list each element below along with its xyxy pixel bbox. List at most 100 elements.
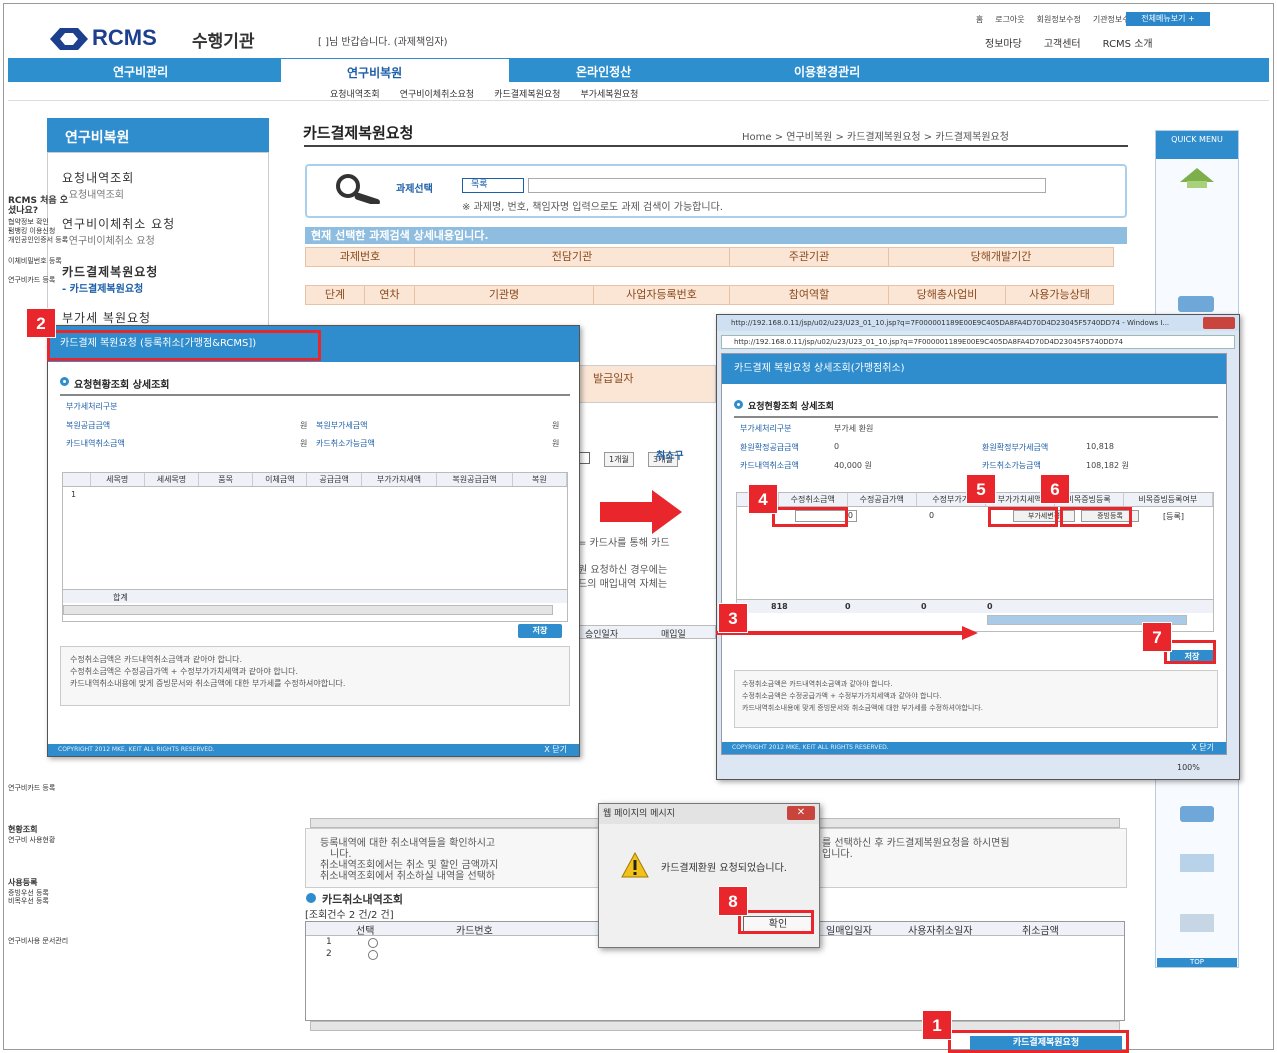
pr-close-button[interactable]: X 닫기 (1191, 742, 1214, 754)
left-menu-item-vat[interactable]: 부가세 복원요청 (62, 309, 151, 326)
top-button[interactable]: TOP (1157, 958, 1237, 967)
head-biz-no: 사업자등록번호 (593, 285, 730, 305)
bullet-icon (306, 893, 316, 903)
pr-address-bar[interactable]: http://192.168.0.11/jsp/u02/u23/U23_01_1… (721, 335, 1235, 349)
pl-save-button[interactable]: 저장 (518, 624, 562, 638)
pr-total-2: 0 (845, 602, 851, 611)
warning-icon (621, 852, 649, 878)
cancel-row-1-radio[interactable] (368, 938, 378, 948)
pl-row-no: 1 (71, 490, 77, 499)
pl-col-restore: 복원 (513, 473, 567, 486)
pr-total-3: 0 (921, 602, 927, 611)
sub-link-about[interactable]: RCMS 소개 (1103, 35, 1153, 50)
lnb-item-requests[interactable]: 요청내역조회 (330, 87, 380, 100)
pl-value-cancelable: 원 (552, 439, 560, 448)
pl-col-supply: 공급금액 (307, 473, 362, 486)
pl-value-vat: 원 (552, 421, 560, 430)
dialog-close-icon[interactable]: ✕ (787, 806, 815, 820)
local-nav: 요청내역조회 연구비이체취소요청 카드결제복원요청 부가세복원요청 (330, 87, 638, 100)
left-menu-item-transfer[interactable]: 연구비이체취소 요청 (62, 215, 175, 232)
cancel-row-2-radio[interactable] (368, 950, 378, 960)
top-link-member-edit[interactable]: 회원정보수정 (1037, 14, 1081, 25)
quick-card-2[interactable]: 연구비카드 등록 (8, 784, 76, 793)
quick-firmbanking[interactable]: 펌뱅킹 이용신청 (8, 227, 76, 236)
pl-value-supply: 원 (300, 421, 308, 430)
pr-url: http://192.168.0.11/jsp/u02/u23/U23_01_1… (734, 338, 1123, 346)
quick-docs[interactable]: 연구비사용 문서관리 (8, 937, 76, 946)
pr-copyright: COPYRIGHT 2012 MKE, KEIT ALL RIGHTS RESE… (732, 744, 889, 751)
quick-usage[interactable]: 연구비 사용현황 (8, 836, 76, 845)
sub-link-support[interactable]: 고객센터 (1044, 35, 1081, 50)
document-icon[interactable] (1180, 914, 1214, 932)
quick-cert[interactable]: 개인공인인증서 등록 (8, 236, 76, 245)
cancel-col-purchase: 일매입일자 (826, 926, 872, 937)
quick-transfer-pw[interactable]: 이체비밀번호 등록 (8, 257, 76, 266)
logo-subtitle: 수행기관 (192, 32, 255, 52)
pl-label-card-cancel: 카드내역취소금액 (66, 439, 125, 448)
head-stage: 단계 (305, 285, 365, 305)
cancel-list-count: [조회건수 2 건/2 건] (305, 910, 394, 921)
pl-total-row: 합계 (63, 589, 567, 603)
pr-total-1: 818 (771, 602, 788, 611)
note-line-4: 취소내역조회에서 취소하실 내역을 선택하 (320, 871, 496, 882)
pr-close-window-icon[interactable] (1203, 317, 1235, 329)
pl-close-button[interactable]: X 닫기 (544, 744, 567, 756)
sub-link-info[interactable]: 정보마당 (985, 35, 1022, 50)
approve-head: 승인일자 매입일 (576, 625, 716, 640)
pl-col-vat: 부가가치세액 (362, 473, 438, 486)
head-task-no: 과제번호 (305, 247, 415, 267)
pl-col-product: 품목 (199, 473, 254, 486)
quick-item[interactable]: 비목우선 등록 (8, 897, 76, 906)
left-menu-title: 연구비복원 (47, 118, 269, 152)
home-icon[interactable] (1178, 166, 1216, 190)
search-input[interactable] (528, 178, 1046, 193)
search-select[interactable]: 목록 (462, 178, 524, 193)
pl-label-supply: 복원공급금액 (66, 421, 111, 430)
all-menu-button[interactable]: 전체메뉴보기 + (1126, 12, 1210, 26)
approve-date-label: 승인일자 (585, 630, 619, 640)
gnb-item-restore[interactable]: 연구비복원 (347, 64, 402, 81)
pr-col-supply: 수정공급가액 (848, 493, 917, 506)
top-link-logout[interactable]: 로그아웃 (995, 14, 1024, 25)
lnb-item-vat-restore[interactable]: 부가세복원요청 (580, 87, 638, 100)
period-1m-button[interactable]: 1개월 (604, 452, 634, 467)
pl-col-item: 세목명 (91, 473, 145, 486)
pr-label-supply: 환원확정공급금액 (740, 443, 799, 452)
pr-value-supply: 0 (834, 442, 840, 451)
quick-status[interactable]: 현황조회 (8, 825, 76, 834)
pl-scrollbar-h[interactable] (63, 605, 553, 615)
lnb-item-transfer-cancel[interactable]: 연구비이체취소요청 (400, 87, 475, 100)
head-org-name: 기관명 (414, 285, 594, 305)
pr-evidence-status: [등록] (1163, 512, 1184, 521)
quick-agreement[interactable]: 협약정보 확인 (8, 218, 76, 227)
pl-col-no (63, 473, 91, 486)
status-icon[interactable] (1180, 806, 1214, 822)
card-text-3: 드의 매입내역 자체는 (578, 579, 668, 590)
pr-zoom[interactable]: 100% (1177, 763, 1200, 772)
highlight-box-6 (1060, 507, 1132, 527)
quick-card-1[interactable]: 연구비카드 등록 (8, 276, 76, 285)
gnb-item-research-fund[interactable]: 연구비관리 (113, 63, 168, 80)
head-year: 연차 (364, 285, 415, 305)
quick-register[interactable]: 사용등록 (8, 878, 76, 887)
register-icon[interactable] (1180, 854, 1214, 872)
pl-copyright: COPYRIGHT 2012 MKE, KEIT ALL RIGHTS RESE… (58, 746, 215, 753)
step-badge-1: 1 (922, 1010, 952, 1040)
sub-links: 정보마당 고객센터 RCMS 소개 (985, 35, 1153, 50)
quick-first-visit[interactable]: RCMS 처음 오셨나요? (8, 196, 76, 216)
gnb-item-online-settle[interactable]: 온라인정산 (576, 63, 631, 80)
logo-text[interactable]: RCMS (92, 25, 157, 51)
lnb-item-card-restore[interactable]: 카드결제복원요청 (494, 87, 560, 100)
quick-e-icon[interactable] (1178, 296, 1214, 312)
pr-footer: X 닫기 COPYRIGHT 2012 MKE, KEIT ALL RIGHTS… (722, 742, 1226, 754)
popup-left-subtitle: 요청현황조회 상세조회 (74, 380, 170, 391)
head-budget: 당해총사업비 (888, 285, 1006, 305)
gnb-item-env[interactable]: 이용환경관리 (794, 63, 860, 80)
left-menu-item-card[interactable]: 카드결제복원요청 (62, 263, 158, 280)
top-link-home[interactable]: 홈 (976, 14, 983, 25)
popup-left: 카드결제 복원요청 (등록취소[가맹점&RCMS]) 요청현황조회 상세조회 부… (47, 325, 580, 757)
pl-grid-head: 세목명 세세목명 품목 이체금액 공급금액 부가가치세액 복원공급금액 복원 (63, 473, 567, 487)
pr-content: 카드결제 복원요청 상세조회(가맹점취소) 요청현황조회 상세조회 부가세처리구… (721, 353, 1227, 755)
head-role: 참여역할 (729, 285, 889, 305)
left-menu-item-requests[interactable]: 요청내역조회 (62, 169, 134, 186)
